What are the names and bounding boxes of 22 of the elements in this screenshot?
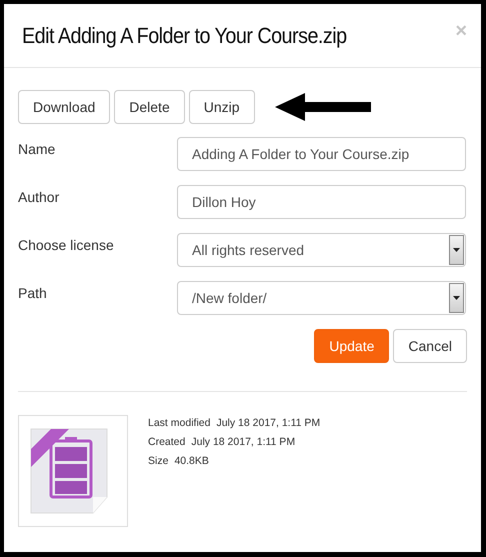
info-label: Created [148, 436, 186, 448]
field-label: Path [18, 284, 48, 301]
toolbar-button[interactable]: Download [18, 90, 110, 124]
caret-icon [453, 296, 460, 300]
info-value: July 18 2017, 1:11 PM [216, 417, 320, 429]
caret-icon [453, 248, 460, 252]
field-label: Choose license [18, 236, 115, 253]
info-value: 40.8KB [174, 455, 209, 467]
input-field[interactable]: Dillon Hoy [177, 185, 466, 219]
toolbar-button[interactable]: Unzip [188, 90, 255, 124]
info-value: July 18 2017, 1:11 PM [191, 436, 296, 448]
toolbar-button[interactable]: Delete [114, 90, 185, 124]
field-label: Author [18, 188, 60, 205]
arrow-icon [274, 93, 371, 121]
field-label: Name [18, 140, 56, 157]
info-label: Last modified [148, 417, 210, 429]
info-label: Size [148, 455, 168, 467]
input-field[interactable]: Adding A Folder to Your Course.zip [177, 137, 466, 171]
dialog-title: Edit Adding A Folder to Your Course.zip [22, 22, 348, 48]
select-field[interactable]: /New folder/ [177, 281, 466, 315]
select-field[interactable]: All rights reserved [177, 233, 466, 267]
cancel-button[interactable]: Cancel [393, 329, 467, 363]
